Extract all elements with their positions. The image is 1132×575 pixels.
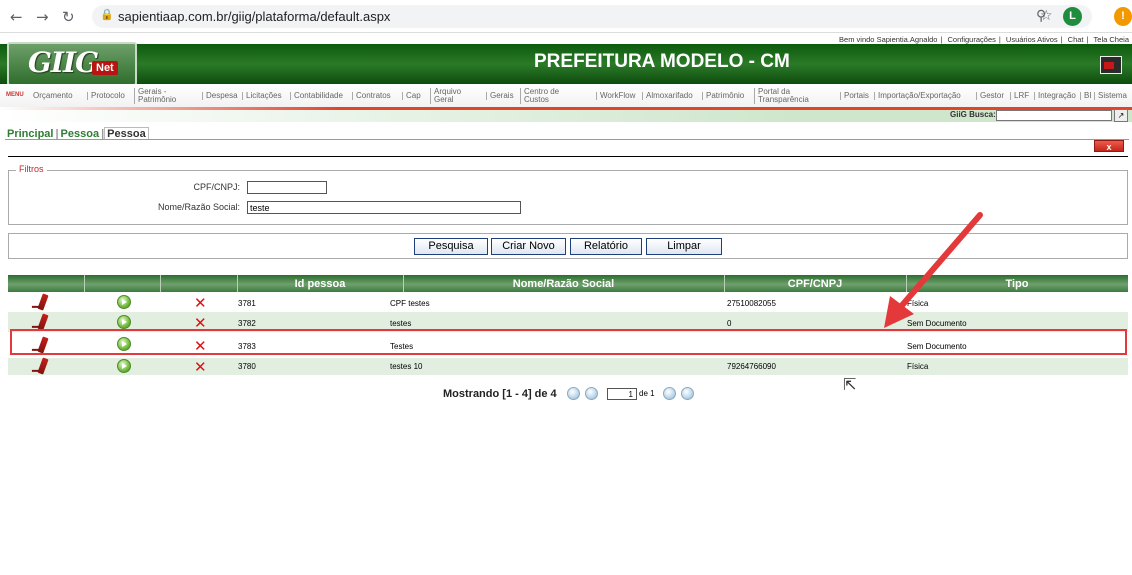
menu-item-cap[interactable]: Cap (402, 92, 421, 100)
cell-id: 3780 (238, 362, 256, 371)
menu-item-portal-transparencia[interactable]: Portal da Transparência (754, 88, 816, 104)
menu-item-gestor[interactable]: Gestor (976, 92, 1004, 100)
menu-item-integracao[interactable]: Integração (1034, 92, 1076, 100)
menu-item-protocolo[interactable]: Protocolo (87, 92, 125, 100)
link-chat[interactable]: Chat (1068, 35, 1084, 44)
delete-icon[interactable]: ✕ (194, 296, 207, 311)
delete-icon[interactable]: ✕ (194, 316, 207, 331)
logo-net-badge: Net (92, 61, 118, 75)
criar-novo-button[interactable]: Criar Novo (491, 238, 566, 255)
page-title: PREFEITURA MODELO - CM (534, 51, 790, 72)
edit-icon[interactable] (37, 313, 49, 331)
profile-avatar[interactable]: L (1063, 7, 1082, 26)
breadcrumb: Principal | Pessoa | Pessoa (5, 127, 149, 140)
menu-item-almoxarifado[interactable]: Almoxarifado (642, 92, 693, 100)
extension-icon[interactable]: ! (1114, 7, 1132, 26)
logo-text: GIIG (28, 46, 99, 79)
back-icon[interactable]: ← (10, 8, 23, 26)
delete-icon[interactable]: ✕ (194, 360, 207, 375)
logout-icon[interactable] (1100, 56, 1122, 74)
cpf-label: CPF/CNPJ: (193, 182, 240, 192)
pesquisa-button[interactable]: Pesquisa (414, 238, 488, 255)
menu-item-importacao-exportacao[interactable]: Importação/Exportação (874, 92, 961, 100)
filter-legend: Filtros (16, 164, 47, 174)
menu-item-workflow[interactable]: WorkFlow (596, 92, 635, 100)
bookmark-star-icon[interactable]: ☆ (1040, 8, 1053, 24)
menu-item-contratos[interactable]: Contratos (352, 92, 391, 100)
cell-nome: testes 10 (390, 362, 423, 371)
cell-cpf: 0 (727, 319, 732, 328)
edit-icon[interactable] (37, 293, 49, 311)
welcome-text: Bem vindo Sapientia.Agnaldo (839, 35, 938, 44)
menu-item-lrf[interactable]: LRF (1010, 92, 1029, 100)
table-row[interactable]: ✕ 3780 testes 10 79264766090 Física (8, 357, 1128, 375)
menu-item-licitacoes[interactable]: Licitações (242, 92, 282, 100)
column-header-nome[interactable]: Nome/Razão Social (403, 278, 724, 290)
last-page-icon[interactable] (681, 387, 694, 400)
cpf-field[interactable] (247, 181, 327, 194)
divider (8, 156, 1128, 157)
lock-icon: 🔒 (100, 8, 114, 21)
pager-summary: Mostrando [1 - 4] de 4 (443, 388, 557, 400)
url-text[interactable]: sapientiaap.com.br/giig/plataforma/defau… (118, 9, 390, 24)
relatorio-button[interactable]: Relatório (570, 238, 642, 255)
menu-item-patrimonio[interactable]: Patrimônio (702, 92, 744, 100)
menu-item-portais[interactable]: Portais (840, 92, 869, 100)
menu-item-gerais[interactable]: Gerais (486, 92, 514, 100)
cell-nome: testes (390, 319, 412, 328)
search-go-icon[interactable]: ↗ (1114, 109, 1128, 122)
menu-item-orcamento[interactable]: Orçamento (30, 92, 73, 100)
search-label: GiiG Busca: (950, 110, 996, 119)
cell-cpf: 79264766090 (727, 362, 776, 371)
mouse-cursor-icon: ⇱ (843, 375, 857, 394)
menu-item-gerais-patrimonio[interactable]: Gerais - Patrimônio (134, 88, 194, 104)
cell-cpf: 27510082055 (727, 299, 776, 308)
select-icon[interactable] (117, 359, 131, 373)
select-icon[interactable] (117, 295, 131, 309)
menu-item-despesa[interactable]: Despesa (202, 92, 238, 100)
menu-item-bi[interactable]: BI (1080, 92, 1092, 100)
menu-item-arquivo-geral[interactable]: Arquivo Geral (430, 88, 466, 104)
main-menu: MENU Orçamento Protocolo Gerais - Patrim… (0, 84, 1132, 107)
menu-item-centro-de-custos[interactable]: Centro de Custos (520, 88, 565, 104)
page-total: de 1 (639, 389, 655, 398)
cell-tipo: Física (907, 362, 929, 371)
nome-label: Nome/Razão Social: (157, 202, 240, 212)
next-page-icon[interactable] (663, 387, 676, 400)
edit-icon[interactable] (37, 357, 49, 375)
link-tela-cheia[interactable]: Tela Cheia (1094, 35, 1129, 44)
menu-item-contabilidade[interactable]: Contabilidade (290, 92, 343, 100)
annotation-arrow (884, 212, 983, 328)
limpar-button[interactable]: Limpar (646, 238, 722, 255)
search-input[interactable] (996, 110, 1112, 121)
first-page-icon[interactable] (567, 387, 580, 400)
column-header-cpf[interactable]: CPF/CNPJ (724, 278, 906, 290)
divider (5, 139, 1129, 140)
cell-id: 3782 (238, 319, 256, 328)
prev-page-icon[interactable] (585, 387, 598, 400)
cell-nome: CPF testes (390, 299, 430, 308)
link-configuracoes[interactable]: Configurações (948, 35, 996, 44)
menu-label: MENU (6, 92, 24, 98)
close-button[interactable]: x (1094, 140, 1124, 152)
link-usuarios-ativos[interactable]: Usuários Ativos (1006, 35, 1058, 44)
column-header-id[interactable]: Id pessoa (237, 278, 403, 290)
forward-icon[interactable]: → (36, 8, 49, 26)
select-icon[interactable] (117, 315, 131, 329)
nome-field[interactable] (247, 201, 521, 214)
page-input[interactable] (607, 388, 637, 400)
reload-icon[interactable]: ↻ (62, 8, 75, 26)
menu-item-sistema[interactable]: Sistema (1094, 92, 1127, 100)
cell-id: 3781 (238, 299, 256, 308)
